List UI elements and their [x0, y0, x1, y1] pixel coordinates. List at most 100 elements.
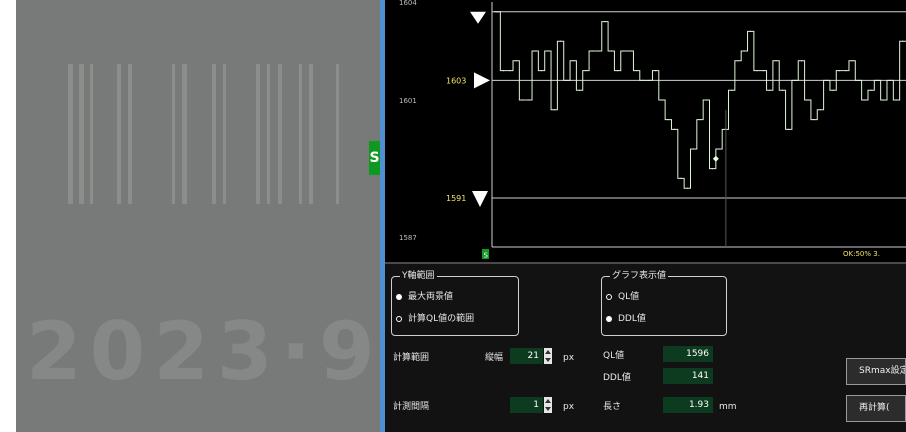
radio-max-value-label: 最大両景値	[408, 292, 454, 302]
data-point	[699, 119, 701, 121]
data-point	[889, 79, 891, 81]
data-point	[731, 89, 733, 91]
data-point	[743, 50, 745, 52]
data-point	[750, 30, 752, 32]
data-point	[819, 109, 822, 111]
target-marker-icon	[474, 72, 490, 89]
data-point	[826, 79, 828, 81]
ddl-value-label: DDL値	[603, 373, 631, 383]
radio-ql-value[interactable]: QL値	[606, 291, 639, 303]
radio-unselected-icon	[606, 293, 612, 300]
data-point	[813, 119, 815, 121]
data-point	[895, 99, 898, 101]
calc-range-label: 計算範囲	[393, 353, 430, 363]
data-point	[788, 128, 790, 130]
current-point-marker	[712, 155, 719, 162]
data-point	[705, 99, 707, 101]
graph-display-group: グラフ表示値 QL値 DDL値	[601, 270, 727, 336]
data-point	[832, 89, 834, 91]
data-point	[642, 79, 644, 81]
interval-spinner[interactable]	[544, 397, 552, 413]
radio-max-value[interactable]: 最大両景値	[396, 291, 453, 303]
data-point	[686, 187, 688, 189]
radio-ql-range[interactable]: 計算QL値の範囲	[396, 313, 474, 325]
data-point	[515, 60, 517, 62]
y-axis-range-group: Y軸範囲 最大両景値 計算QL値の範囲	[391, 270, 519, 336]
data-point	[762, 70, 764, 72]
control-area: Y軸範囲 最大両景値 計算QL値の範囲 グラフ表示値 QL値 DDL値 計算範囲…	[385, 262, 906, 432]
y-tick-label: 1601	[399, 97, 417, 105]
data-point	[553, 109, 555, 111]
data-point	[502, 70, 505, 72]
data-point	[775, 60, 777, 62]
data-point	[623, 50, 625, 52]
data-point	[617, 70, 619, 72]
date-stamp: 2023·9	[26, 305, 380, 398]
status-text: OK:50% 3.	[843, 250, 880, 258]
series-line	[494, 11, 906, 189]
data-point	[528, 99, 530, 101]
data-point	[585, 70, 587, 72]
data-point	[876, 79, 879, 81]
lower-limit-label: 1591	[446, 194, 466, 203]
data-point	[800, 60, 803, 62]
radio-ql-value-label: QL値	[618, 292, 640, 302]
y-tick-label: 1587	[399, 234, 417, 242]
data-point	[857, 79, 860, 81]
calc-range-input[interactable]: 21	[510, 348, 543, 364]
data-point	[838, 70, 841, 72]
radio-selected-icon	[396, 293, 402, 300]
y-tick-label: 1604	[399, 0, 417, 7]
radio-unselected-icon	[396, 315, 402, 322]
sr-max-settings-button[interactable]: SRmax設定	[846, 358, 906, 385]
data-point	[610, 50, 612, 52]
data-point	[509, 70, 511, 72]
data-point	[540, 70, 543, 72]
data-point	[578, 89, 581, 91]
interval-input[interactable]: 1	[510, 397, 543, 413]
profile-chart: 1604 1601 1587 1603 1591 S OK:50% 3.	[399, 0, 906, 260]
recalculate-button[interactable]: 再計算(	[846, 395, 906, 422]
data-point	[655, 70, 657, 72]
calc-range-unit: px	[563, 353, 575, 363]
data-point	[604, 21, 606, 23]
camera-view: 2023·9	[16, 0, 380, 432]
data-point	[674, 128, 676, 130]
ql-value-field: 1596	[663, 346, 713, 362]
graph-group-title: グラフ表示値	[610, 270, 669, 282]
ddl-value-field: 141	[663, 368, 713, 384]
data-point	[807, 99, 809, 101]
data-point	[667, 119, 669, 121]
data-point	[496, 11, 498, 13]
y-axis-group-title: Y軸範囲	[400, 270, 437, 282]
data-point	[597, 50, 600, 52]
length-unit: mm	[719, 402, 737, 412]
calc-range-spinner[interactable]	[544, 348, 552, 364]
data-point	[870, 89, 872, 91]
data-point	[781, 89, 783, 91]
data-point	[737, 60, 739, 62]
target-value-label: 1603	[446, 76, 466, 85]
data-point	[559, 40, 562, 42]
data-point	[883, 99, 885, 101]
data-point	[718, 148, 720, 150]
data-point	[902, 40, 904, 42]
upper-limit-marker-icon	[470, 11, 486, 24]
length-field: 1.93	[663, 397, 713, 413]
radio-selected-icon	[606, 315, 612, 322]
data-point	[648, 79, 650, 81]
ql-value-label: QL値	[603, 351, 625, 361]
data-point	[661, 99, 663, 101]
radio-ddl-value-label: DDL値	[618, 314, 646, 324]
length-label: 長さ	[603, 402, 622, 412]
measurement-panel: 1604 1601 1587 1603 1591 S OK:50% 3. Y軸範囲 最大両景…	[385, 0, 906, 432]
data-point	[769, 89, 771, 91]
data-point	[712, 168, 714, 170]
interval-unit: px	[563, 402, 575, 412]
data-point	[572, 60, 574, 62]
radio-ddl-value[interactable]: DDL値	[606, 313, 646, 325]
data-point	[864, 99, 866, 101]
side-tab[interactable]: S	[369, 141, 380, 175]
radio-ql-range-label: 計算QL値の範囲	[408, 314, 475, 324]
data-point	[547, 50, 549, 52]
